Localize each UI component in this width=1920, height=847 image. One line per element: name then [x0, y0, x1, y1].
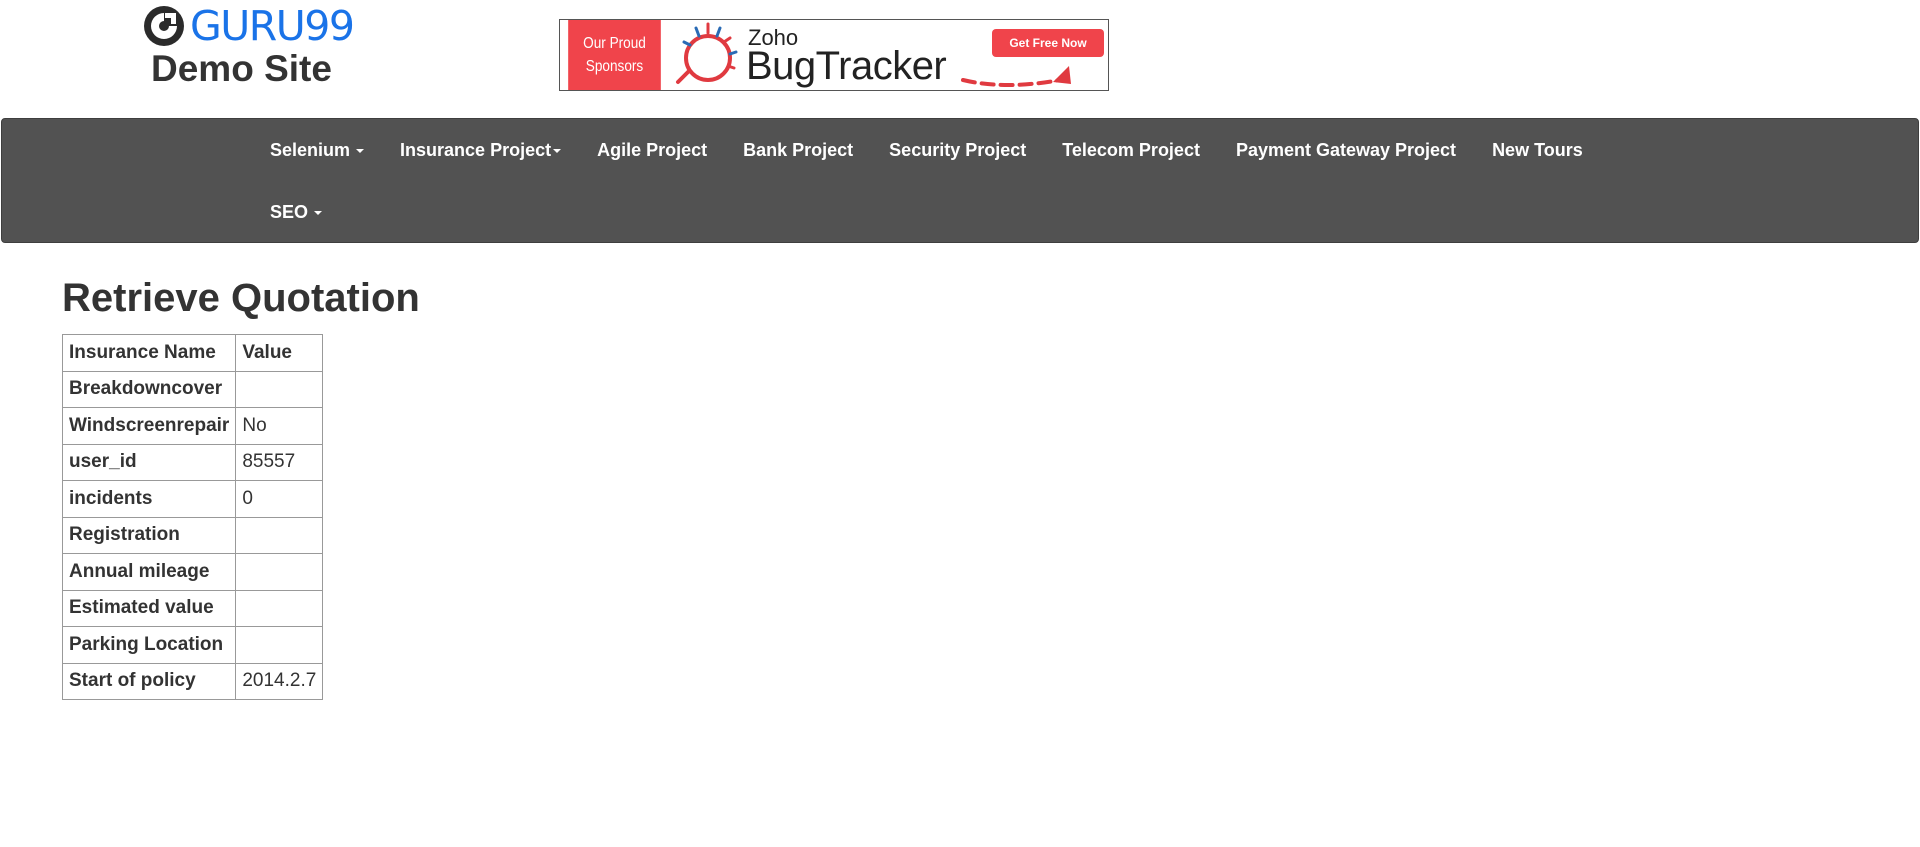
row-label: Estimated value — [61, 589, 237, 627]
sponsor-label-line1: Our Proud — [583, 35, 646, 52]
logo-row: GURU99 — [141, 4, 356, 48]
row-value — [235, 553, 324, 591]
row-value — [235, 626, 324, 664]
row-value: 0 — [235, 480, 324, 518]
nav-item-label: New Tours — [1492, 139, 1583, 160]
sponsor-banner[interactable]: Our Proud Sponsors Zoho BugTracker Get F… — [559, 19, 1109, 91]
nav-item-security-project[interactable]: Security Project — [871, 119, 1044, 181]
row-label: Parking Location — [61, 626, 237, 664]
row-label: Registration — [61, 516, 237, 554]
row-value: 2014.2.7 — [235, 662, 324, 700]
table-row: Parking Location — [61, 626, 324, 664]
site-header: GURU99 Demo Site Our Proud Sponsors Zoho… — [0, 0, 1920, 118]
table-row: user_id 85557 — [61, 443, 324, 481]
caret-down-icon — [553, 149, 562, 153]
column-header-insurance-name: Insurance Name — [61, 334, 237, 372]
table-row: Breakdowncover — [61, 370, 324, 408]
sponsor-label-line2: Sponsors — [585, 58, 644, 75]
site-logo[interactable]: GURU99 Demo Site — [141, 4, 356, 94]
nav-item-label: Bank Project — [743, 139, 854, 160]
nav-item-agile-project[interactable]: Agile Project — [579, 119, 725, 181]
nav-item-new-tours[interactable]: New Tours — [1474, 119, 1601, 181]
nav-item-payment-gateway-project[interactable]: Payment Gateway Project — [1218, 119, 1474, 181]
row-value — [235, 516, 324, 554]
get-free-now-button[interactable]: Get Free Now — [992, 29, 1104, 57]
row-value — [235, 370, 324, 408]
page-title: Retrieve Quotation — [62, 276, 420, 320]
nav-item-selenium[interactable]: Selenium — [252, 119, 382, 181]
nav-item-seo[interactable]: SEO — [252, 181, 340, 243]
caret-down-icon — [314, 211, 323, 215]
row-label: incidents — [61, 480, 237, 518]
nav-item-insurance-project[interactable]: Insurance Project — [382, 119, 579, 181]
nav-item-label: Telecom Project — [1062, 139, 1200, 160]
row-label: user_id — [61, 443, 237, 481]
row-value: 85557 — [235, 443, 324, 481]
row-label: Windscreenrepair — [61, 407, 237, 445]
column-header-value: Value — [235, 334, 324, 372]
nav-item-label: Payment Gateway Project — [1235, 139, 1457, 160]
row-value — [235, 589, 324, 627]
row-label: Annual mileage — [61, 553, 237, 591]
main-content: Retrieve Quotation Insurance Name Value … — [61, 268, 420, 700]
table-row: Registration — [61, 516, 324, 554]
sponsor-product-name: BugTracker — [746, 44, 947, 88]
bug-icon — [676, 22, 738, 84]
nav-item-label: Security Project — [889, 139, 1027, 160]
main-navbar: Selenium Insurance Project Agile Project… — [1, 118, 1919, 243]
guru99-logo-icon — [144, 6, 184, 46]
nav-item-telecom-project[interactable]: Telecom Project — [1044, 119, 1218, 181]
row-label: Start of policy — [61, 662, 237, 700]
quotation-table: Insurance Name Value Breakdowncover Wind… — [61, 334, 324, 700]
nav-row-secondary: SEO — [252, 181, 340, 243]
nav-item-label: SEO — [270, 201, 309, 222]
logo-brand-text: GURU99 — [190, 2, 355, 50]
logo-subtitle: Demo Site — [151, 48, 332, 89]
caret-down-icon — [356, 149, 365, 153]
row-value: No — [235, 407, 324, 445]
table-row: Estimated value — [61, 589, 324, 627]
nav-item-label: Agile Project — [597, 139, 708, 160]
sponsor-label: Our Proud Sponsors — [568, 20, 661, 90]
table-row: Windscreenrepair No — [61, 407, 324, 445]
nav-row-primary: Selenium Insurance Project Agile Project… — [252, 119, 1601, 181]
nav-item-label: Insurance Project — [400, 139, 552, 160]
row-label: Breakdowncover — [61, 370, 237, 408]
table-row: Annual mileage — [61, 553, 324, 591]
table-row: incidents 0 — [61, 480, 324, 518]
nav-item-bank-project[interactable]: Bank Project — [725, 119, 871, 181]
nav-item-label: Selenium — [270, 139, 351, 160]
table-row: Start of policy 2014.2.7 — [61, 662, 324, 700]
table-header-row: Insurance Name Value — [61, 334, 324, 372]
